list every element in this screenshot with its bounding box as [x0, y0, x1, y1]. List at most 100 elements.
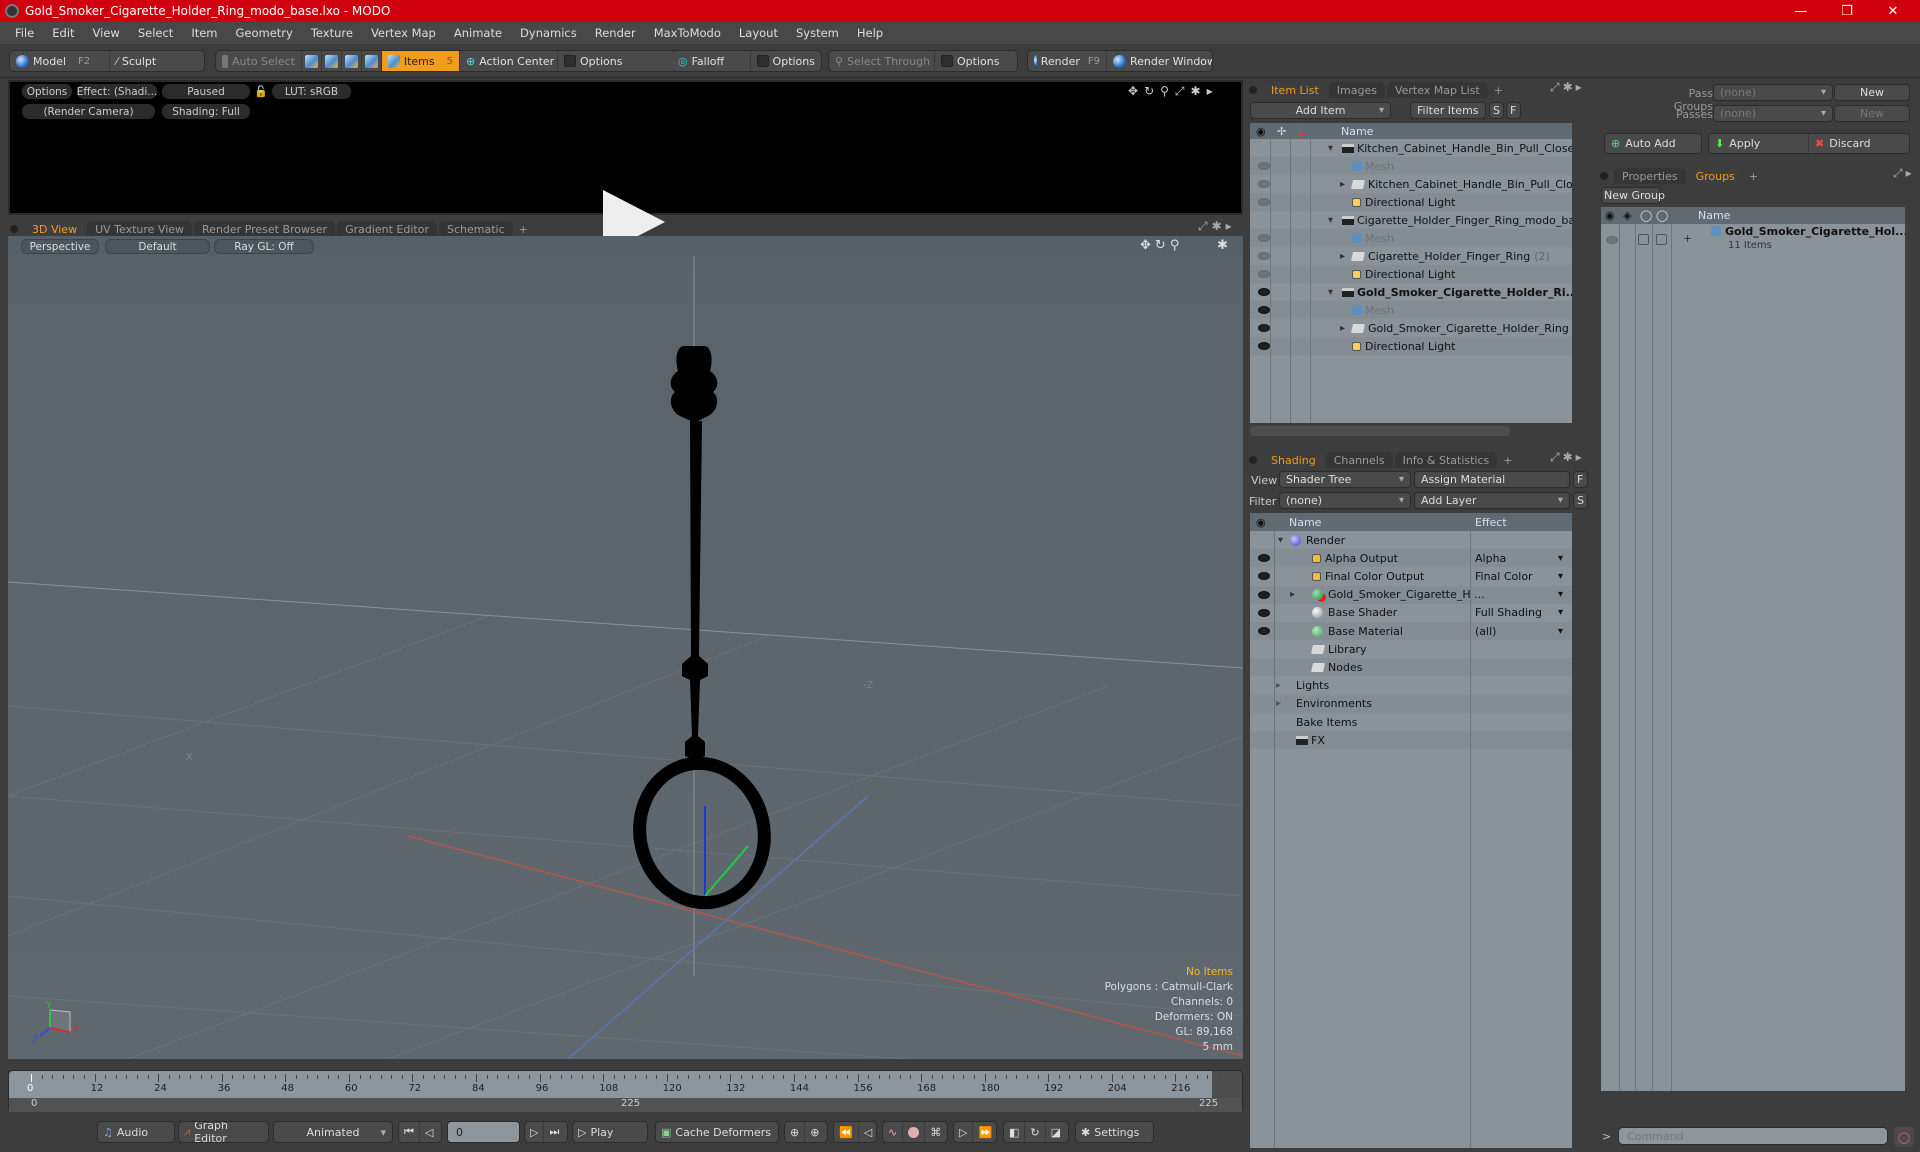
- gear-icon[interactable]: ✱: [1563, 80, 1576, 94]
- paused-button[interactable]: Paused: [162, 84, 250, 99]
- shader-tree-row[interactable]: Final Color Output Final Color ▾: [1250, 567, 1572, 585]
- apply-button[interactable]: ⬇ Apply: [1715, 134, 1809, 153]
- shader-tree-row[interactable]: ▸ Gold_Smoker_Cigarette_H ... ▾: [1250, 585, 1572, 604]
- falloff-button[interactable]: ◎ Falloff: [672, 51, 751, 71]
- add-tab-button[interactable]: +: [1490, 82, 1507, 98]
- effect-dropdown-icon[interactable]: ▾: [1558, 553, 1563, 564]
- arrow-right-icon[interactable]: ▸: [1906, 166, 1915, 180]
- frame-input[interactable]: 0: [447, 1121, 520, 1143]
- menu-vertex-map[interactable]: Vertex Map: [362, 26, 445, 40]
- arrow-right-icon[interactable]: ▸: [1576, 450, 1585, 464]
- eye-icon[interactable]: [1258, 554, 1270, 563]
- close-button[interactable]: ✕: [1870, 0, 1916, 22]
- new-group-button[interactable]: New Group: [1601, 187, 1665, 204]
- expand-arrow-icon[interactable]: ▸: [1276, 698, 1281, 709]
- select-checkbox[interactable]: [1656, 234, 1667, 245]
- key-up-icon[interactable]: ⊕: [785, 1122, 806, 1142]
- view-dropdown[interactable]: Shader Tree: [1279, 471, 1411, 488]
- expand-arrow-icon[interactable]: ▾: [1328, 143, 1333, 154]
- menu-geometry[interactable]: Geometry: [227, 26, 302, 40]
- expand-arrow-icon[interactable]: ▾: [1328, 215, 1333, 226]
- eye-icon[interactable]: [1258, 627, 1270, 635]
- menu-item[interactable]: Item: [182, 26, 226, 40]
- falloff-options-button[interactable]: Options: [751, 51, 821, 71]
- item-list-row[interactable]: ▾ Kitchen_Cabinet_Handle_Bin_Pull_Closed.…: [1250, 139, 1572, 157]
- tab-shading[interactable]: Shading: [1263, 452, 1324, 468]
- shader-tree-row[interactable]: FX: [1250, 731, 1572, 750]
- shader-tree-row[interactable]: Bake Items: [1250, 713, 1572, 731]
- expand-arrow-icon[interactable]: ▸: [1340, 251, 1345, 262]
- arrow-right-icon[interactable]: ▸: [1207, 84, 1219, 98]
- eye-icon[interactable]: [1258, 270, 1270, 278]
- prev-keyframe-button[interactable]: ◁: [859, 1122, 876, 1142]
- assign-material-button[interactable]: Assign Material: [1414, 471, 1570, 488]
- key-down-icon[interactable]: ⊕: [805, 1122, 824, 1142]
- menu-help[interactable]: Help: [848, 26, 892, 40]
- step-back-button[interactable]: ◁: [420, 1122, 438, 1142]
- record-button[interactable]: [903, 1122, 926, 1142]
- tab-properties[interactable]: Properties: [1614, 168, 1686, 184]
- model-button[interactable]: Model F2: [10, 51, 110, 71]
- tab-channels[interactable]: Channels: [1325, 452, 1393, 468]
- effect-dropdown-icon[interactable]: ▾: [1558, 626, 1563, 637]
- pan-icon[interactable]: ✥: [1140, 238, 1155, 253]
- shader-tree-row[interactable]: ▸ Environments: [1250, 694, 1572, 713]
- effect-value[interactable]: Final Color: [1475, 570, 1533, 583]
- lut-dropdown[interactable]: LUT: sRGB: [272, 84, 351, 99]
- select-polygons-button[interactable]: [342, 51, 362, 71]
- 3d-viewport[interactable]: -Z X Perspective Default Ray GL: Off ✥↻⚲…: [8, 236, 1243, 1059]
- tab-item-list[interactable]: Item List: [1263, 82, 1327, 98]
- pass-groups-dropdown[interactable]: (none): [1713, 84, 1833, 101]
- minimize-button[interactable]: —: [1778, 0, 1824, 22]
- next-keyframe-button[interactable]: ▷: [954, 1122, 974, 1142]
- add-tab-button[interactable]: +: [1499, 452, 1516, 468]
- tab-vertex-map-list[interactable]: Vertex Map List: [1386, 82, 1488, 98]
- eye-icon[interactable]: [1258, 234, 1270, 242]
- menu-file[interactable]: File: [6, 26, 43, 40]
- shader-tree-row[interactable]: Alpha Output Alpha ▾: [1250, 549, 1572, 568]
- menu-view[interactable]: View: [84, 26, 129, 40]
- menu-edit[interactable]: Edit: [43, 26, 83, 40]
- effect-value[interactable]: Full Shading: [1475, 606, 1542, 619]
- rotate-icon[interactable]: ↻: [1144, 84, 1160, 98]
- add-layer-dropdown[interactable]: Add Layer: [1414, 492, 1570, 509]
- tab-images[interactable]: Images: [1328, 82, 1385, 98]
- layers-icon[interactable]: ◪: [1046, 1122, 1066, 1142]
- eye-icon[interactable]: [1258, 252, 1270, 260]
- eye-icon[interactable]: [1258, 180, 1270, 188]
- auto-key-icon[interactable]: ∿: [883, 1122, 904, 1142]
- item-list-row[interactable]: Mesh: [1250, 157, 1572, 175]
- eye-icon[interactable]: [1258, 608, 1270, 617]
- command-input[interactable]: [1618, 1127, 1888, 1145]
- s-toggle-button[interactable]: S: [1489, 102, 1504, 119]
- eye-icon[interactable]: [1258, 590, 1270, 599]
- item-list-row[interactable]: Directional Light: [1250, 337, 1572, 355]
- animated-dropdown[interactable]: Animated ▾: [273, 1121, 393, 1143]
- perspective-dropdown[interactable]: Perspective: [21, 239, 99, 254]
- select-edges-button[interactable]: [322, 51, 342, 71]
- cache-deformers-button[interactable]: ▣ Cache Deformers: [655, 1121, 779, 1143]
- go-to-start-button[interactable]: ⏮: [399, 1122, 420, 1142]
- item-list-row[interactable]: ▸ Gold_Smoker_Cigarette_Holder_Ring (2): [1250, 319, 1572, 337]
- go-to-end-button[interactable]: ⏭: [544, 1122, 564, 1142]
- render-options-button[interactable]: Options: [22, 84, 72, 99]
- eye-icon[interactable]: [1258, 306, 1270, 314]
- expand-arrow-icon[interactable]: ▸: [1340, 179, 1345, 190]
- shader-tree-row[interactable]: ▸ Lights: [1250, 677, 1572, 695]
- expand-arrow-icon[interactable]: ▾: [1278, 535, 1283, 546]
- tab-groups[interactable]: Groups: [1687, 168, 1743, 184]
- eye-icon[interactable]: [1606, 236, 1618, 244]
- step-forward-button[interactable]: ▷: [525, 1122, 545, 1142]
- loop-icon[interactable]: ↻: [1025, 1122, 1046, 1142]
- add-item-dropdown[interactable]: Add Item: [1250, 102, 1391, 119]
- next-key-button[interactable]: ⏩: [973, 1122, 996, 1142]
- render-window-button[interactable]: Render Window: [1107, 51, 1212, 71]
- play-button[interactable]: ▷ Play: [572, 1121, 648, 1143]
- shader-tree-row[interactable]: Nodes: [1250, 658, 1572, 677]
- f-toggle-button[interactable]: F: [1573, 471, 1588, 488]
- arrow-right-icon[interactable]: ▸: [1576, 80, 1585, 94]
- expand-arrow-icon[interactable]: ▸: [1276, 680, 1281, 691]
- render-button[interactable]: Render F9: [1028, 51, 1107, 71]
- auto-add-button[interactable]: ⊕ Auto Add: [1604, 133, 1702, 154]
- expand-arrow-icon[interactable]: ▾: [1328, 287, 1333, 298]
